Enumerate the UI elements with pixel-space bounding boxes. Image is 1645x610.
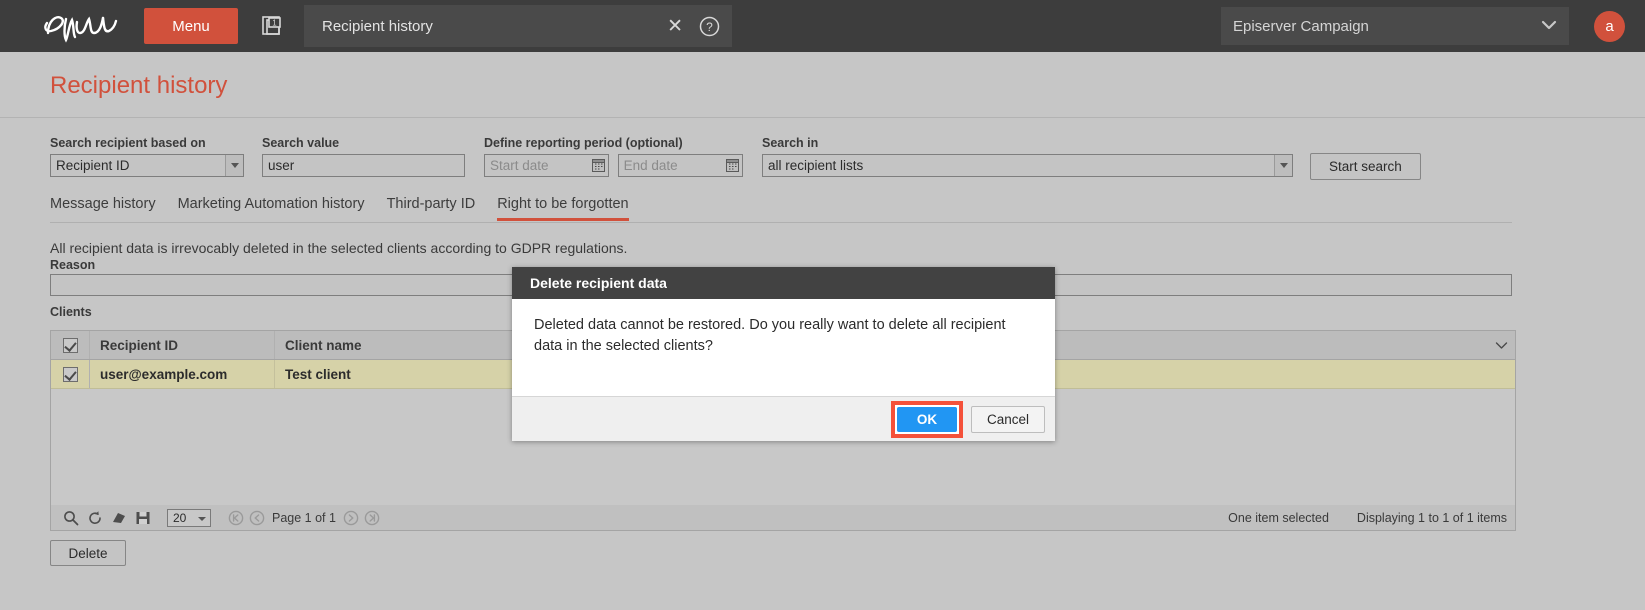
page-title: Recipient history xyxy=(50,72,228,99)
menu-button-label: Menu xyxy=(172,17,210,35)
calendar-icon[interactable] xyxy=(592,158,605,175)
delete-recipient-data-dialog: Delete recipient data Deleted data canno… xyxy=(512,267,1055,441)
display-status: Displaying 1 to 1 of 1 items xyxy=(1356,510,1507,525)
delete-button-label: Delete xyxy=(68,545,108,561)
page-indicator: Page 1 of 1 xyxy=(272,510,336,525)
ok-button-label: OK xyxy=(916,411,938,427)
cancel-button-label: Cancel xyxy=(986,411,1030,427)
top-navigation-bar: Menu 1 Recipient history ✕ ? Episerver C… xyxy=(0,0,1645,52)
chevron-down-icon[interactable] xyxy=(225,155,243,176)
history-tabs: Message history Marketing Automation his… xyxy=(50,196,1512,223)
search-in-select[interactable] xyxy=(762,154,1293,177)
end-date-input[interactable] xyxy=(617,154,743,177)
avatar-initial: a xyxy=(1605,18,1614,35)
chevron-down-icon xyxy=(1541,19,1557,34)
ok-button-highlight: OK xyxy=(891,400,963,438)
start-date-field[interactable] xyxy=(484,154,609,177)
calendar-icon[interactable] xyxy=(725,158,739,175)
grid-toolbar: 20 Page 1 of 1 One item selected Display… xyxy=(50,505,1516,531)
select-all-cell[interactable] xyxy=(51,331,90,359)
search-in-label: Search in xyxy=(762,136,819,150)
first-page-button[interactable] xyxy=(225,507,246,528)
refresh-icon[interactable] xyxy=(83,507,107,529)
pagination: Page 1 of 1 xyxy=(225,507,383,528)
cancel-button[interactable]: Cancel xyxy=(971,405,1045,433)
client-selector-value: Episerver Campaign xyxy=(1233,17,1369,35)
search-value-input[interactable] xyxy=(262,154,465,177)
menu-button[interactable]: Menu xyxy=(144,8,238,44)
breadcrumb-title: Recipient history xyxy=(322,17,433,35)
dialog-body: Deleted data cannot be restored. Do you … xyxy=(512,299,1055,396)
column-header-label: Recipient ID xyxy=(100,337,179,353)
breadcrumb: Recipient history ✕ ? xyxy=(304,5,732,47)
dialog-title: Delete recipient data xyxy=(530,275,667,291)
delete-button[interactable]: Delete xyxy=(50,540,126,566)
episerver-logo-icon xyxy=(42,9,142,43)
open-tabs-icon[interactable]: 1 xyxy=(258,11,288,41)
save-icon[interactable] xyxy=(131,507,155,529)
open-tabs-count: 1 xyxy=(272,19,277,28)
search-form: Search recipient based on Search value D… xyxy=(0,130,1645,190)
field-search-value: Search value xyxy=(262,136,465,177)
next-page-button[interactable] xyxy=(341,507,362,528)
cell-value: Test client xyxy=(285,366,351,382)
dialog-title-bar: Delete recipient data xyxy=(512,267,1055,299)
reporting-period-label: Define reporting period (optional) xyxy=(484,136,683,150)
page-title-bar: Recipient history xyxy=(0,52,1645,118)
select-all-checkbox[interactable] xyxy=(62,337,78,353)
search-icon[interactable] xyxy=(59,507,83,529)
field-reporting-period: Define reporting period (optional) xyxy=(484,136,743,177)
tab-marketing-automation-history[interactable]: Marketing Automation history xyxy=(178,196,365,218)
column-menu-chevron-down-icon[interactable] xyxy=(1487,331,1515,359)
search-in-value[interactable] xyxy=(762,154,1293,177)
eraser-icon[interactable] xyxy=(107,507,131,529)
last-page-button[interactable] xyxy=(362,507,383,528)
help-icon[interactable]: ? xyxy=(699,16,720,37)
start-search-button[interactable]: Start search xyxy=(1310,153,1421,180)
client-selector[interactable]: Episerver Campaign xyxy=(1221,7,1569,45)
tab-message-history[interactable]: Message history xyxy=(50,196,156,218)
row-checkbox[interactable] xyxy=(62,366,78,382)
search-based-on-value[interactable] xyxy=(50,154,244,177)
column-header-recipient-id[interactable]: Recipient ID xyxy=(90,331,275,359)
row-spacer xyxy=(1487,360,1515,388)
page-size-value: 20 xyxy=(173,510,187,525)
dialog-footer: OK Cancel xyxy=(512,396,1055,441)
chevron-down-icon[interactable] xyxy=(1274,155,1292,176)
cell-recipient-id: user@example.com xyxy=(90,360,275,388)
ok-button[interactable]: OK xyxy=(897,406,957,432)
tab-right-to-be-forgotten[interactable]: Right to be forgotten xyxy=(497,196,629,221)
clients-label: Clients xyxy=(50,305,92,319)
avatar[interactable]: a xyxy=(1594,11,1625,42)
page-size-select[interactable]: 20 xyxy=(167,508,211,527)
dialog-message: Deleted data cannot be restored. Do you … xyxy=(534,317,1006,354)
gdpr-note: All recipient data is irrevocably delete… xyxy=(50,240,628,256)
search-based-on-label: Search recipient based on xyxy=(50,136,206,150)
svg-text:?: ? xyxy=(706,20,713,34)
field-search-in: Search in xyxy=(762,136,1293,177)
start-date-input[interactable] xyxy=(484,154,609,177)
prev-page-button[interactable] xyxy=(246,507,267,528)
tab-third-party-id[interactable]: Third-party ID xyxy=(387,196,476,218)
end-date-field[interactable] xyxy=(617,154,743,177)
search-based-on-select[interactable] xyxy=(50,154,244,177)
start-search-label: Start search xyxy=(1329,159,1402,174)
close-icon[interactable]: ✕ xyxy=(663,17,687,36)
row-select-cell[interactable] xyxy=(51,360,90,388)
field-search-based-on: Search recipient based on xyxy=(50,136,244,177)
search-value-label: Search value xyxy=(262,136,340,150)
selection-status: One item selected xyxy=(1228,510,1329,525)
cell-value: user@example.com xyxy=(100,366,228,382)
reason-label: Reason xyxy=(50,258,96,272)
column-header-label: Client name xyxy=(285,337,362,353)
